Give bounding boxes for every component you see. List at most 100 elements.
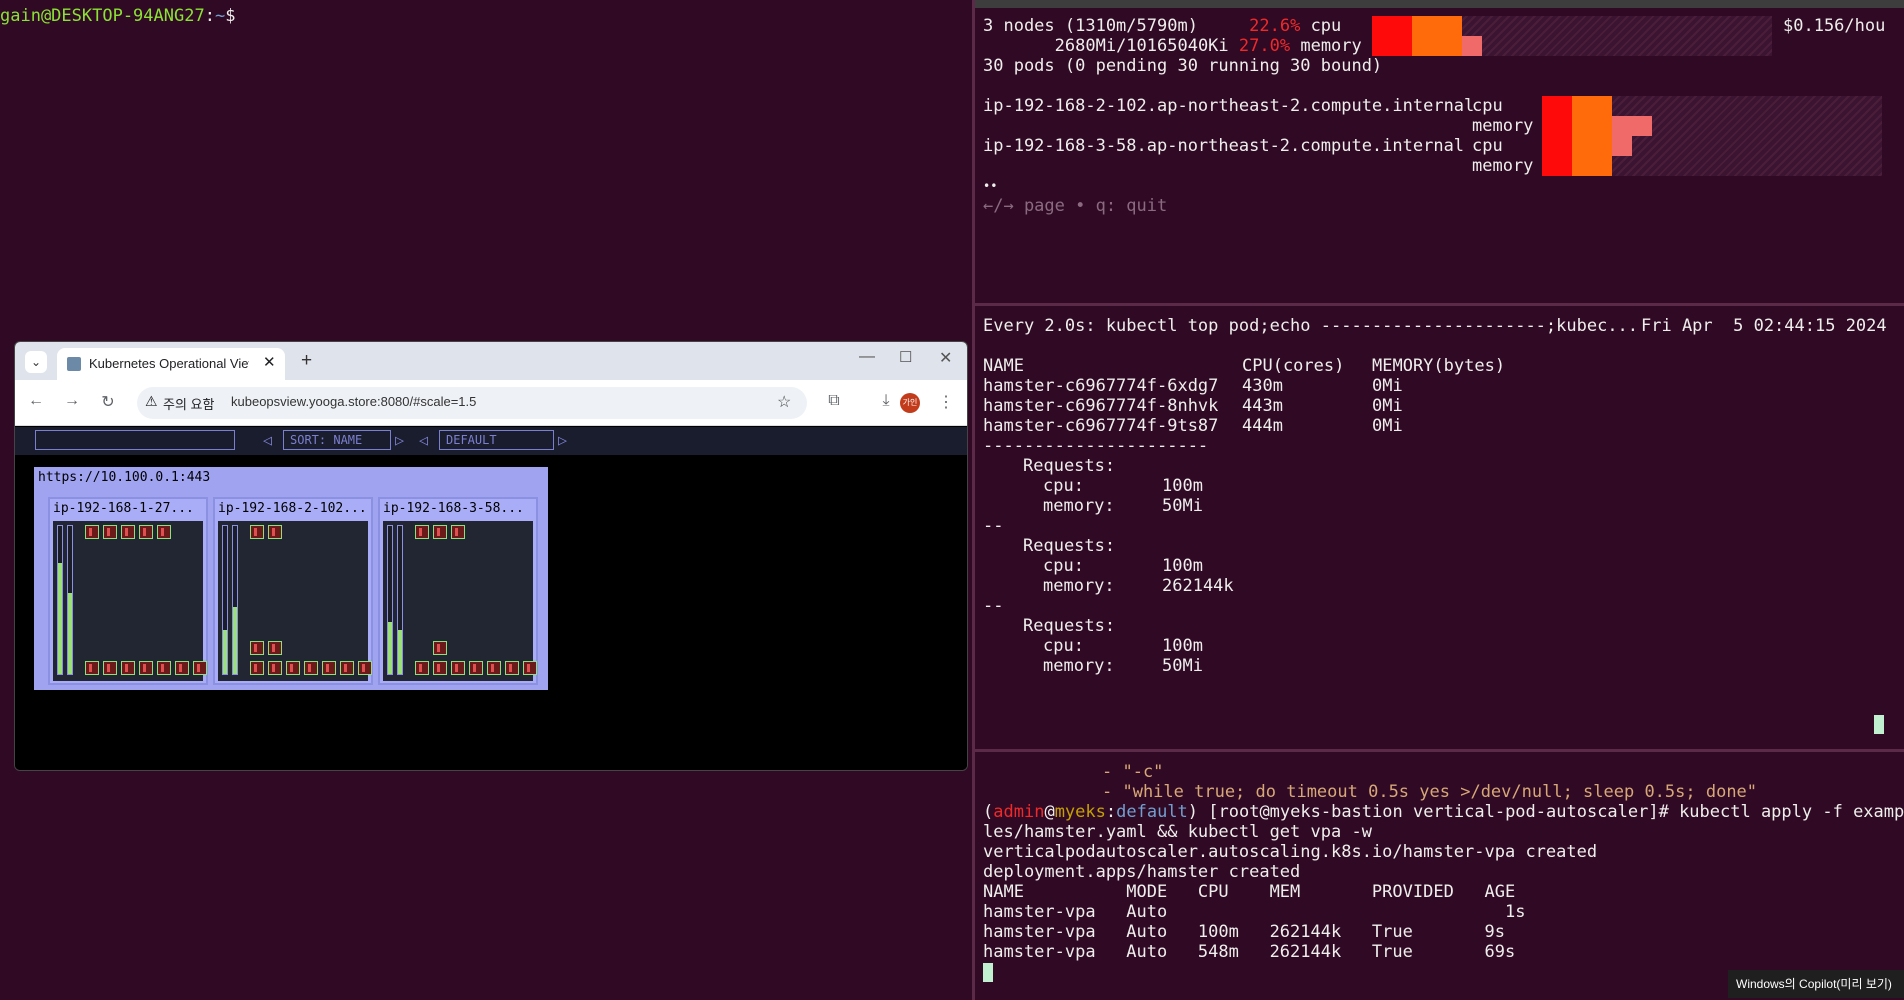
pod-square[interactable] bbox=[103, 525, 117, 539]
address-bar[interactable]: ⚠ 주의 요함 kubeopsview.yooga.store:8080/#sc… bbox=[137, 387, 807, 419]
url-text[interactable]: kubeopsview.yooga.store:8080/#scale=1.5 bbox=[231, 394, 476, 409]
requests-label: Requests: bbox=[1023, 536, 1116, 556]
browser-toolbar: ← → ↻ ⚠ 주의 요함 kubeopsview.yooga.store:80… bbox=[15, 380, 967, 426]
prompt-cluster: myeks bbox=[1054, 802, 1106, 822]
left-terminal-prompt: gain@DESKTOP-94ANG27:~$ bbox=[0, 6, 236, 26]
node-title: ip-192-168-2-102... bbox=[218, 501, 367, 516]
forward-icon[interactable]: → bbox=[61, 392, 83, 410]
pod-square[interactable] bbox=[469, 661, 483, 675]
kov-filter-input[interactable] bbox=[35, 430, 235, 450]
cpu-percent: 22.6% bbox=[1249, 16, 1301, 36]
maximize-icon[interactable]: ☐ bbox=[899, 348, 912, 366]
node-name: ip-192-168-3-58.ap-northeast-2.compute.i… bbox=[983, 136, 1465, 156]
menu-icon[interactable]: ⋮ bbox=[935, 392, 957, 412]
download-icon[interactable]: ⤓ bbox=[875, 392, 897, 410]
new-tab-icon[interactable]: + bbox=[301, 350, 312, 372]
browser-window[interactable]: ⌄ Kubernetes Operational View ✕ + — ☐ ✕ … bbox=[14, 341, 968, 771]
pod-square[interactable] bbox=[268, 525, 282, 539]
pod-square[interactable] bbox=[85, 661, 99, 675]
pod-mem: 0Mi bbox=[1372, 376, 1403, 396]
vpa-terminal-pane[interactable]: - "-c" - "while true; do timeout 0.5s ye… bbox=[975, 752, 1904, 1000]
vpa-table-row: hamster-vpa Auto 100m 262144k True 9s bbox=[983, 922, 1505, 942]
pod-square[interactable] bbox=[322, 661, 336, 675]
output-line: deployment.apps/hamster created bbox=[983, 862, 1301, 882]
bookmark-star-icon[interactable]: ☆ bbox=[777, 392, 791, 412]
pod-square[interactable] bbox=[250, 525, 264, 539]
tab-kubernetes-operational-view[interactable]: Kubernetes Operational View ✕ bbox=[57, 348, 285, 380]
cost-label: $0.156/hou bbox=[1783, 16, 1886, 36]
cpu-gauge bbox=[222, 525, 228, 675]
pod-square[interactable] bbox=[175, 661, 189, 675]
window-close-icon[interactable]: ✕ bbox=[939, 348, 952, 368]
pod-square[interactable] bbox=[250, 641, 264, 655]
pod-square[interactable] bbox=[139, 525, 153, 539]
pod-cpu: 430m bbox=[1242, 376, 1283, 396]
security-label[interactable]: 주의 요함 bbox=[163, 394, 214, 413]
req-cpu-value: 100m bbox=[1162, 556, 1203, 576]
pod-square[interactable] bbox=[286, 661, 300, 675]
back-icon[interactable]: ← bbox=[25, 392, 47, 410]
theme-next-icon[interactable]: ▷ bbox=[558, 431, 567, 449]
reload-icon[interactable]: ↻ bbox=[97, 392, 119, 412]
pod-square[interactable] bbox=[85, 525, 99, 539]
node-box[interactable]: ip-192-168-2-102... bbox=[213, 497, 373, 685]
cpu-gauge bbox=[387, 525, 393, 675]
vpa-table-row: hamster-vpa Auto 1s bbox=[983, 902, 1526, 922]
pod-square[interactable] bbox=[505, 661, 519, 675]
memory-gauge bbox=[397, 525, 403, 675]
pod-square[interactable] bbox=[340, 661, 354, 675]
pod-square[interactable] bbox=[433, 661, 447, 675]
profile-avatar[interactable]: 가인 bbox=[900, 393, 920, 413]
pod-square[interactable] bbox=[250, 661, 264, 675]
node-box[interactable]: ip-192-168-3-58... bbox=[378, 497, 538, 685]
copilot-taskbar-button[interactable]: Windows의 Copilot(미리 보기) bbox=[1728, 970, 1904, 998]
pod-square[interactable] bbox=[103, 661, 117, 675]
pod-square[interactable] bbox=[358, 661, 372, 675]
top-pod-pane[interactable]: Every 2.0s: kubectl top pod;echo -------… bbox=[975, 306, 1904, 749]
pane-tab-strip bbox=[975, 0, 1904, 8]
pod-square[interactable] bbox=[415, 661, 429, 675]
pod-square[interactable] bbox=[268, 661, 282, 675]
sort-dropdown[interactable]: SORT: NAME bbox=[283, 430, 391, 450]
pod-square[interactable] bbox=[121, 525, 135, 539]
tab-search-button[interactable]: ⌄ bbox=[25, 351, 47, 373]
watch-header: Every 2.0s: kubectl top pod;echo -------… bbox=[983, 316, 1639, 336]
pod-square[interactable] bbox=[157, 661, 171, 675]
col-mem-header: MEMORY(bytes) bbox=[1372, 356, 1506, 376]
pod-square[interactable] bbox=[451, 661, 465, 675]
capacity-pane[interactable]: 3 nodes (1310m/5790m) 22.6% cpu 2680Mi/1… bbox=[975, 0, 1904, 303]
extensions-icon[interactable]: ⧉ bbox=[823, 392, 845, 410]
pod-mem: 0Mi bbox=[1372, 396, 1403, 416]
gauge-fill bbox=[388, 622, 392, 674]
terminal-cursor bbox=[983, 963, 993, 982]
cluster-box[interactable]: https://10.100.0.1:443 ip-192-168-1-27..… bbox=[34, 467, 548, 690]
gauge-fill bbox=[233, 607, 237, 674]
pod-square[interactable] bbox=[415, 525, 429, 539]
pod-square[interactable] bbox=[487, 661, 501, 675]
minimize-icon[interactable]: — bbox=[859, 348, 875, 366]
node-box[interactable]: ip-192-168-1-27... bbox=[48, 497, 208, 685]
tab-close-icon[interactable]: ✕ bbox=[263, 353, 276, 371]
pod-square[interactable] bbox=[121, 661, 135, 675]
terminal-cursor bbox=[1874, 715, 1884, 734]
cluster-url: https://10.100.0.1:443 bbox=[38, 470, 211, 485]
pod-square[interactable] bbox=[433, 525, 447, 539]
theme-prev-icon[interactable]: ◁ bbox=[419, 431, 428, 449]
sort-next-icon[interactable]: ▷ bbox=[395, 431, 404, 449]
sort-prev-icon[interactable]: ◁ bbox=[263, 431, 272, 449]
pod-square[interactable] bbox=[523, 661, 537, 675]
pod-square[interactable] bbox=[157, 525, 171, 539]
pod-square[interactable] bbox=[433, 641, 447, 655]
vpa-table-row: hamster-vpa Auto 548m 262144k True 69s bbox=[983, 942, 1516, 962]
node-bar-orange bbox=[1572, 96, 1612, 176]
pod-square[interactable] bbox=[451, 525, 465, 539]
summary-mem-bar-pink bbox=[1462, 36, 1482, 56]
req-cpu-value: 100m bbox=[1162, 476, 1203, 496]
pod-square[interactable] bbox=[268, 641, 282, 655]
theme-dropdown[interactable]: DEFAULT bbox=[439, 430, 554, 450]
pod-square[interactable] bbox=[139, 661, 153, 675]
capacity-summary-mem: 2680Mi/10165040Ki 27.0% memory bbox=[1054, 36, 1362, 56]
pod-square[interactable] bbox=[193, 661, 207, 675]
pod-square[interactable] bbox=[304, 661, 318, 675]
page-dots: •• bbox=[983, 179, 998, 193]
